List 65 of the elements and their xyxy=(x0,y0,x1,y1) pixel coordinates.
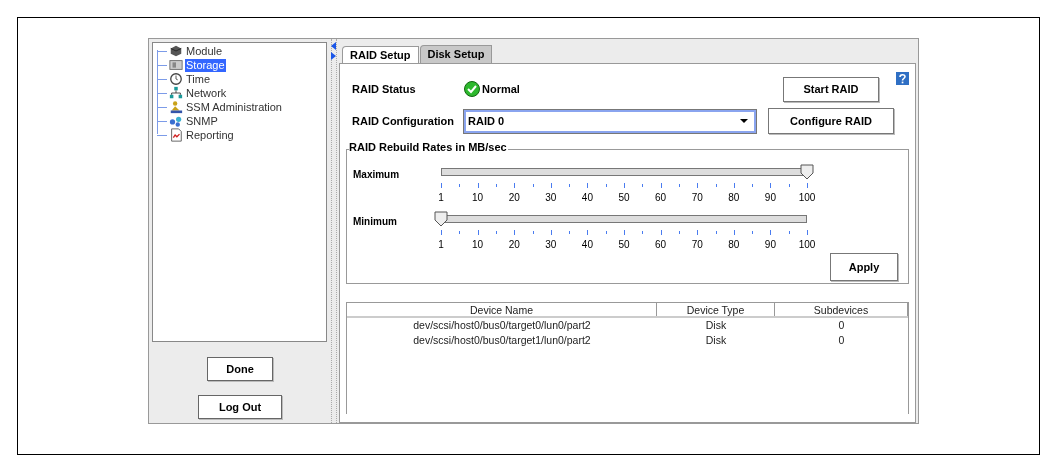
network-icon xyxy=(168,86,184,100)
person-icon xyxy=(168,100,184,114)
table-cell-text: Disk xyxy=(704,333,728,348)
tick-label: 20 xyxy=(508,191,520,205)
clock-icon xyxy=(168,72,184,86)
tick-label: 10 xyxy=(472,191,484,205)
tree-item[interactable]: SNMP xyxy=(185,114,219,128)
slider-thumb[interactable] xyxy=(800,164,814,180)
table-cell-text: dev/scsi/host0/bus0/target0/lun0/part2 xyxy=(412,318,592,333)
tick-label: 90 xyxy=(764,191,776,205)
tick-label: 40 xyxy=(581,238,593,252)
tab[interactable]: Disk Setup xyxy=(419,45,493,63)
tick-label: 30 xyxy=(545,238,557,252)
apply-button[interactable]: Apply xyxy=(830,253,898,281)
report-icon xyxy=(168,128,184,142)
tick-label: 100 xyxy=(798,191,816,205)
tree-item[interactable]: Module xyxy=(185,44,224,58)
help-icon[interactable] xyxy=(896,72,909,85)
tick-label: 50 xyxy=(618,238,630,252)
tick-label: 50 xyxy=(618,191,630,205)
tick-label: 40 xyxy=(581,191,593,205)
tick-label: 1 xyxy=(438,191,444,205)
column-header[interactable]: Device Type xyxy=(657,303,775,316)
raid-dropdown[interactable]: RAID 0 xyxy=(464,109,756,133)
group-title: RAID Rebuild Rates in MB/sec xyxy=(349,142,508,153)
dropdown-arrow-icon xyxy=(740,119,748,123)
tick-label: 70 xyxy=(691,238,703,252)
collapse-arrows-icon[interactable] xyxy=(331,42,336,60)
column-header[interactable]: Subdevices xyxy=(775,303,908,316)
configure-raid-button[interactable]: Configure RAID xyxy=(768,108,894,134)
field-label: RAID Configuration xyxy=(351,113,456,129)
check-circle-icon xyxy=(464,81,480,97)
tree-item[interactable]: Network xyxy=(185,86,228,100)
tree-item[interactable]: SSM Administration xyxy=(185,100,283,114)
table-cell-text: 0 xyxy=(837,318,846,333)
tick-label: 30 xyxy=(545,191,557,205)
start-raid-button[interactable]: Start RAID xyxy=(783,76,879,102)
table-cell-text: 0 xyxy=(837,333,846,348)
table-cell-text: dev/scsi/host0/bus0/target1/lun0/part2 xyxy=(412,333,592,348)
tab[interactable]: RAID Setup xyxy=(342,46,419,64)
tick-label: 20 xyxy=(508,238,520,252)
slider-label: Maximum xyxy=(352,168,401,182)
slider-thumb[interactable] xyxy=(434,211,448,227)
table-cell-text: Disk xyxy=(704,318,728,333)
tick-label: 70 xyxy=(691,191,703,205)
tick-label: 100 xyxy=(798,238,816,252)
tree-item[interactable]: Storage xyxy=(185,58,226,72)
tick-label: 60 xyxy=(655,238,667,252)
tick-label: 80 xyxy=(728,191,740,205)
tick-label: 10 xyxy=(472,238,484,252)
done-button[interactable]: Done xyxy=(207,357,273,381)
tick-label: 90 xyxy=(764,238,776,252)
slider-label: Minimum xyxy=(352,215,398,229)
storage-icon xyxy=(168,58,184,72)
cube-icon xyxy=(168,44,184,58)
tick-label: 60 xyxy=(655,191,667,205)
status-text: Normal xyxy=(482,81,520,97)
nodes-icon xyxy=(168,114,184,128)
log-out-button[interactable]: Log Out xyxy=(198,395,282,419)
tree-item[interactable]: Time xyxy=(185,72,212,86)
field-label: RAID Status xyxy=(351,81,417,97)
tick-label: 80 xyxy=(728,238,740,252)
column-header[interactable]: Device Name xyxy=(347,303,657,316)
tree-item[interactable]: Reporting xyxy=(185,128,235,142)
tick-label: 1 xyxy=(438,238,444,252)
